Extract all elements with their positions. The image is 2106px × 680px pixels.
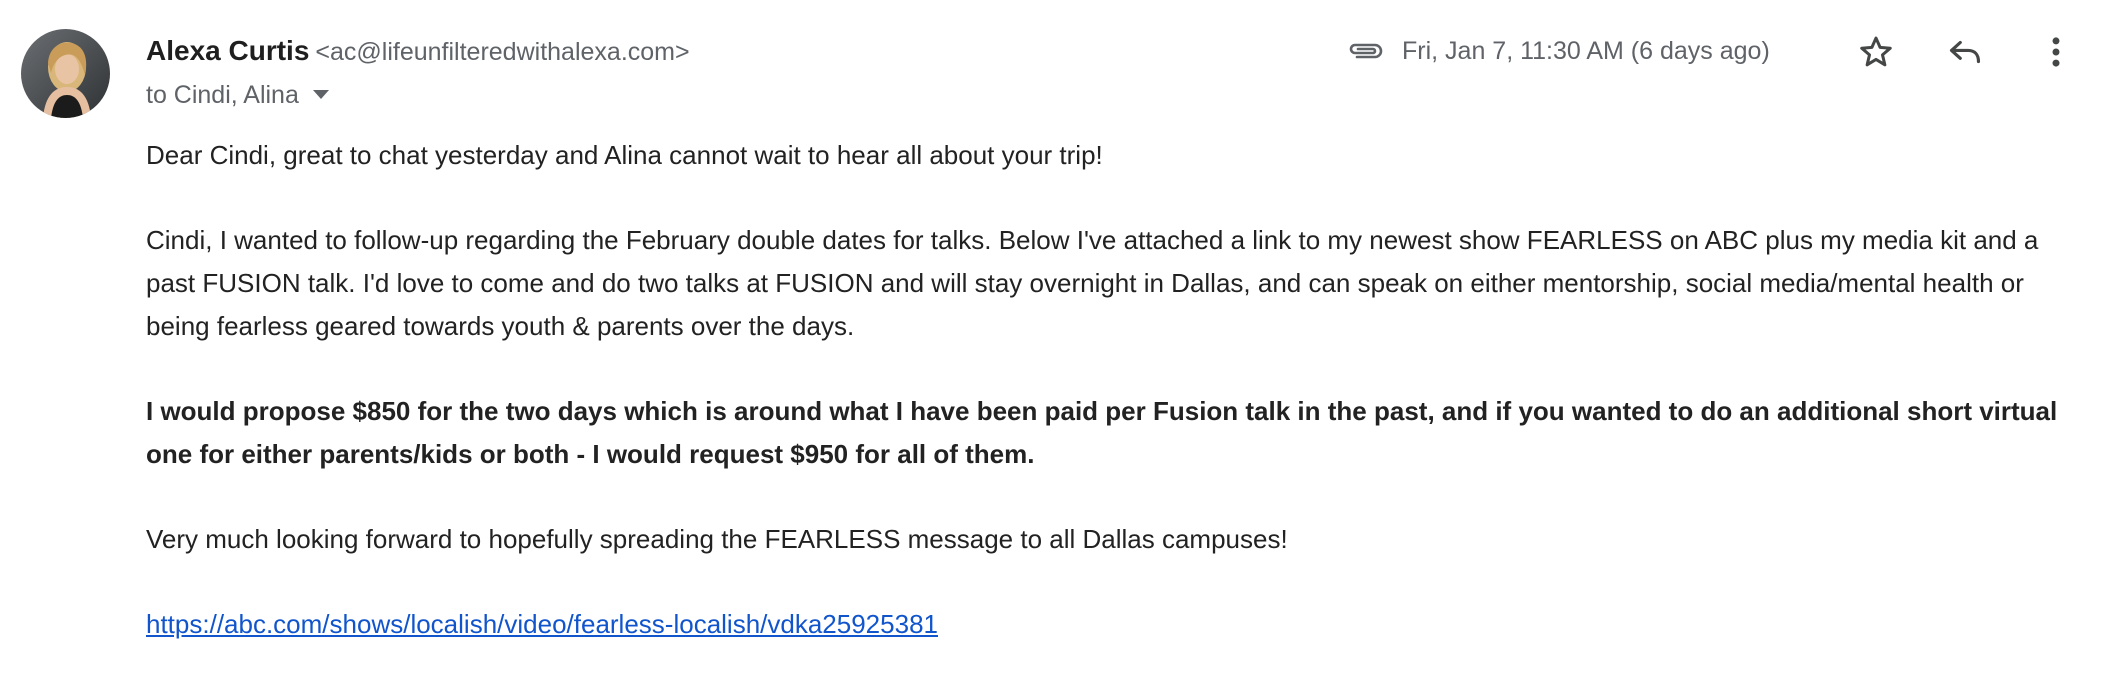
message-date: Fri, Jan 7, 11:30 AM (6 days ago) bbox=[1402, 37, 1770, 65]
body-paragraph-details: Cindi, I wanted to follow-up regarding t… bbox=[146, 225, 2039, 341]
more-vert-icon bbox=[2052, 37, 2060, 67]
sender-line: Alexa Curtis <ac@lifeunfilteredwithalexa.… bbox=[146, 32, 690, 75]
reply-icon bbox=[1949, 40, 1981, 64]
avatar[interactable] bbox=[21, 29, 110, 118]
body-paragraph-proposal: I would propose $850 for the two days wh… bbox=[146, 396, 2058, 469]
body-paragraph-closing: Very much looking forward to hopefully s… bbox=[146, 524, 1288, 554]
recipients-dropdown[interactable]: to Cindi, Alina bbox=[146, 77, 329, 113]
caret-down-icon[interactable] bbox=[312, 89, 329, 99]
paperclip-icon bbox=[1346, 36, 1386, 66]
sender-email: <ac@lifeunfilteredwithalexa.com> bbox=[315, 38, 690, 66]
message-meta: Fri, Jan 7, 11:30 AM (6 days ago) bbox=[1346, 26, 2106, 76]
star-button[interactable] bbox=[1854, 30, 1898, 74]
sender-name[interactable]: Alexa Curtis bbox=[146, 35, 309, 66]
show-link[interactable]: https://abc.com/shows/localish/video/fea… bbox=[146, 609, 938, 639]
email-message: Alexa Curtis <ac@lifeunfilteredwithalexa.… bbox=[0, 0, 2106, 680]
more-options-button[interactable] bbox=[2034, 30, 2078, 74]
star-outline-icon bbox=[1860, 36, 1892, 67]
avatar-photo bbox=[21, 29, 110, 118]
body-paragraph-greeting: Dear Cindi, great to chat yesterday and … bbox=[146, 140, 1103, 170]
message-body: Dear Cindi, great to chat yesterday and … bbox=[146, 134, 2086, 680]
recipients-label: to Cindi, Alina bbox=[146, 81, 299, 109]
reply-button[interactable] bbox=[1943, 30, 1987, 74]
